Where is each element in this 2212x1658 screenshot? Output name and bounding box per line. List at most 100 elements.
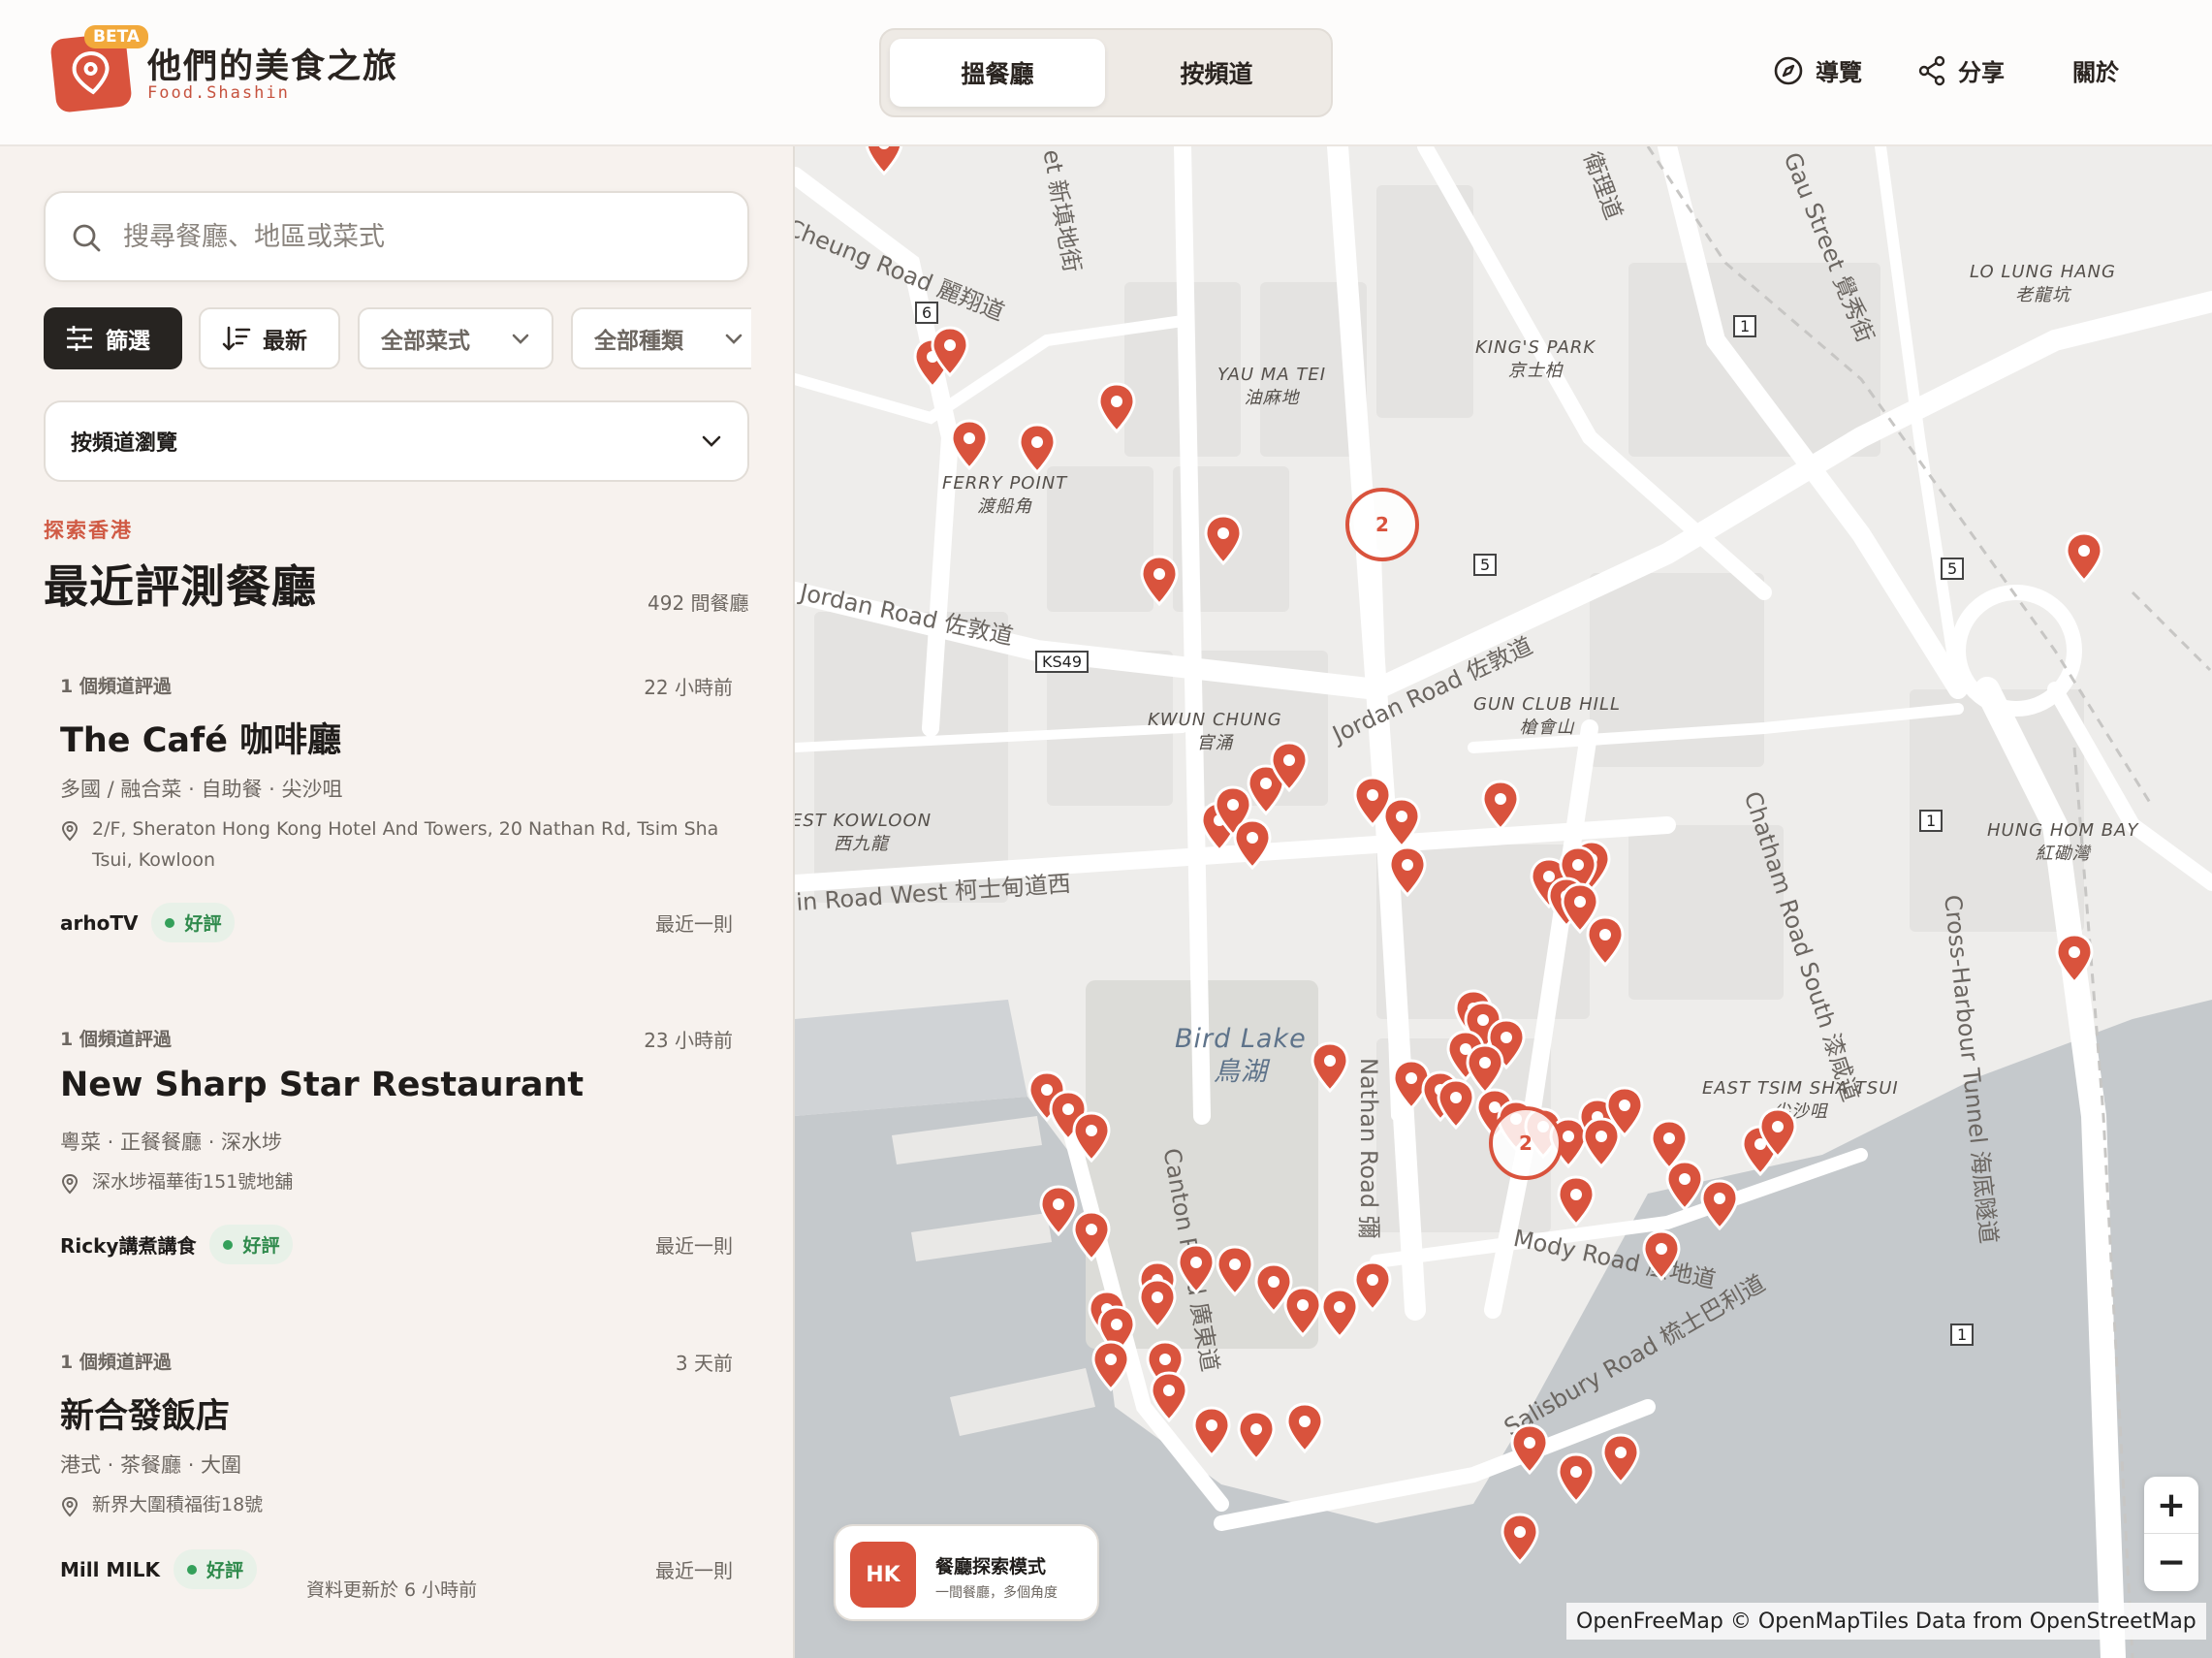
verdict-badge: 好評 bbox=[151, 903, 236, 942]
pin-cluster[interactable]: 2 bbox=[1345, 488, 1419, 561]
restaurant-pin[interactable] bbox=[1202, 513, 1245, 567]
map-attribution[interactable]: OpenFreeMap © OpenMapTiles Data from Ope… bbox=[1566, 1603, 2206, 1640]
route-shield: 1 bbox=[1950, 1323, 1975, 1346]
map-marker-icon bbox=[1481, 780, 1520, 832]
restaurant-pin[interactable] bbox=[1640, 1228, 1683, 1283]
route-shield: 6 bbox=[915, 302, 939, 324]
channel-name[interactable]: Mill MILK bbox=[60, 1558, 160, 1581]
restaurant-tags: 港式 · 茶餐廳 · 大圍 bbox=[60, 1453, 242, 1477]
restaurant-pin[interactable] bbox=[1756, 1106, 1799, 1161]
restaurant-pin[interactable] bbox=[1584, 914, 1627, 969]
restaurant-pin[interactable] bbox=[1555, 1451, 1597, 1506]
sidebar: 篩選 最新 全部菜式 全部種類 按頻道瀏覽 探索香港 最近評測餐廳 bbox=[0, 146, 795, 1658]
place-label: EAST TSIM SHA TSUI 尖沙咀 bbox=[1702, 1078, 1899, 1122]
latest-review-link[interactable]: 最近一則 bbox=[655, 1555, 733, 1583]
place-label: GUN CLUB HILL 槍會山 bbox=[1473, 694, 1622, 738]
restaurant-pin[interactable] bbox=[1070, 1209, 1113, 1263]
filter-button[interactable]: 篩選 bbox=[44, 307, 182, 369]
restaurant-pin[interactable] bbox=[1231, 817, 1274, 872]
map-marker-icon bbox=[865, 146, 903, 176]
explore-mode-card[interactable]: HK 餐廳探索模式 一間餐廳，多個角度 bbox=[834, 1524, 1099, 1621]
place-label: HUNG HOM BAY 紅磡灣 bbox=[1987, 820, 2139, 864]
map-marker-icon bbox=[2055, 933, 2094, 985]
restaurant-pin[interactable] bbox=[1095, 381, 1138, 435]
mode-title: 餐廳探索模式 bbox=[935, 1556, 1047, 1578]
tab-restaurants[interactable]: 搵餐廳 bbox=[890, 39, 1105, 107]
restaurant-pin[interactable] bbox=[1309, 1040, 1351, 1095]
nav-about[interactable]: 關於 bbox=[2072, 53, 2119, 87]
restaurant-pin[interactable] bbox=[1599, 1432, 1642, 1486]
filter-bar: 篩選 最新 全部菜式 全部種類 bbox=[0, 146, 751, 399]
restaurant-pin[interactable] bbox=[1435, 1077, 1477, 1132]
nav-share[interactable]: 分享 bbox=[1917, 53, 2005, 87]
pin-cluster[interactable]: 2 bbox=[1489, 1106, 1563, 1180]
restaurant-name[interactable]: New Sharp Star Restaurant bbox=[60, 1066, 584, 1104]
route-shield: 1 bbox=[1919, 810, 1943, 832]
restaurant-pin[interactable] bbox=[1283, 1401, 1326, 1455]
map-marker-icon bbox=[1311, 1041, 1349, 1094]
restaurant-pin[interactable] bbox=[1214, 1244, 1256, 1298]
restaurant-pin[interactable] bbox=[1386, 845, 1429, 899]
route-shield: 5 bbox=[1473, 554, 1498, 576]
route-shield: 5 bbox=[1941, 558, 1965, 580]
restaurant-pin[interactable] bbox=[1016, 422, 1059, 476]
latest-review-link[interactable]: 最近一則 bbox=[655, 909, 733, 937]
restaurant-pin[interactable] bbox=[2063, 530, 2105, 585]
restaurant-pin[interactable] bbox=[1148, 1370, 1190, 1424]
restaurant-pin[interactable] bbox=[2053, 932, 2096, 986]
channel-name[interactable]: Ricky講煮講食 bbox=[60, 1230, 196, 1259]
restaurant-pin[interactable] bbox=[1090, 1339, 1132, 1393]
restaurant-pin[interactable] bbox=[948, 418, 991, 472]
type-dropdown[interactable]: 全部種類 bbox=[571, 307, 751, 369]
restaurant-pin[interactable] bbox=[863, 146, 905, 177]
app-header: BETA 他們的美食之旅 Food.Shashin 搵餐廳 按頻道 導覽 分享 … bbox=[0, 0, 2212, 146]
map-marker-icon bbox=[1072, 1111, 1111, 1164]
zoom-in-button[interactable]: + bbox=[2144, 1477, 2198, 1534]
restaurant-address: 深水埗福華街151號地舖 bbox=[60, 1166, 739, 1197]
restaurant-card[interactable]: 1 個頻道評過 23 小時前 New Sharp Star Restaurant… bbox=[44, 1025, 749, 1316]
restaurant-pin[interactable] bbox=[1380, 796, 1423, 850]
nav-guide[interactable]: 導覽 bbox=[1773, 53, 1862, 87]
map-marker-icon bbox=[1091, 1340, 1130, 1392]
road-label: Nathan Road 彌 bbox=[1355, 1058, 1382, 1239]
sort-button[interactable]: 最新 bbox=[199, 307, 340, 369]
restaurant-pin[interactable] bbox=[929, 325, 971, 379]
data-updated-note: 資料更新於 6 小時前 bbox=[306, 1579, 478, 1601]
restaurant-name[interactable]: 新合發飯店 bbox=[60, 1388, 230, 1438]
restaurant-pin[interactable] bbox=[1698, 1178, 1741, 1232]
map-marker-icon bbox=[1237, 1410, 1276, 1462]
restaurant-pin[interactable] bbox=[1136, 1277, 1179, 1331]
map-marker-icon bbox=[1177, 1243, 1216, 1295]
place-label: YAU MA TEI 油麻地 bbox=[1217, 365, 1327, 408]
restaurant-card[interactable]: 1 個頻道評過 22 小時前 The Café 咖啡廳 多國 / 融合菜 · 自… bbox=[44, 672, 749, 992]
restaurant-pin[interactable] bbox=[1479, 779, 1522, 833]
compass-icon bbox=[1774, 56, 1803, 84]
restaurant-pin[interactable] bbox=[1175, 1242, 1217, 1296]
restaurant-pin[interactable] bbox=[1555, 1174, 1597, 1228]
restaurant-pin[interactable] bbox=[1268, 740, 1311, 794]
map-view[interactable]: YAU MA TEI 油麻地 KING'S PARK 京士柏 LO LUNG HAN… bbox=[795, 146, 2212, 1658]
restaurant-pin[interactable] bbox=[1603, 1085, 1646, 1139]
restaurant-name[interactable]: The Café 咖啡廳 bbox=[60, 713, 341, 762]
beta-badge: BETA bbox=[84, 25, 149, 48]
section-title: 最近評測餐廳 bbox=[44, 560, 317, 613]
restaurant-pin[interactable] bbox=[1070, 1110, 1113, 1164]
sliders-icon bbox=[67, 326, 92, 351]
status-dot bbox=[187, 1564, 198, 1575]
chevron-down-icon bbox=[725, 334, 743, 344]
tab-channels[interactable]: 按頻道 bbox=[1109, 39, 1324, 107]
restaurant-pin[interactable] bbox=[1499, 1512, 1541, 1566]
channel-browse-dropdown[interactable]: 按頻道瀏覽 bbox=[44, 400, 749, 482]
restaurant-pin[interactable] bbox=[1138, 554, 1181, 608]
latest-review-link[interactable]: 最近一則 bbox=[655, 1230, 733, 1259]
restaurant-pin[interactable] bbox=[1235, 1409, 1278, 1463]
restaurant-count: 492 間餐廳 bbox=[648, 591, 749, 615]
restaurant-pin[interactable] bbox=[1190, 1405, 1233, 1459]
channel-name[interactable]: arhoTV bbox=[60, 911, 138, 935]
brand-title[interactable]: 他們的美食之旅 bbox=[147, 39, 398, 88]
map-marker-icon bbox=[1285, 1402, 1324, 1454]
cuisine-dropdown[interactable]: 全部菜式 bbox=[358, 307, 553, 369]
zoom-out-button[interactable]: − bbox=[2144, 1534, 2198, 1591]
restaurant-pin[interactable] bbox=[1351, 1259, 1394, 1314]
restaurant-pin[interactable] bbox=[1508, 1422, 1551, 1477]
